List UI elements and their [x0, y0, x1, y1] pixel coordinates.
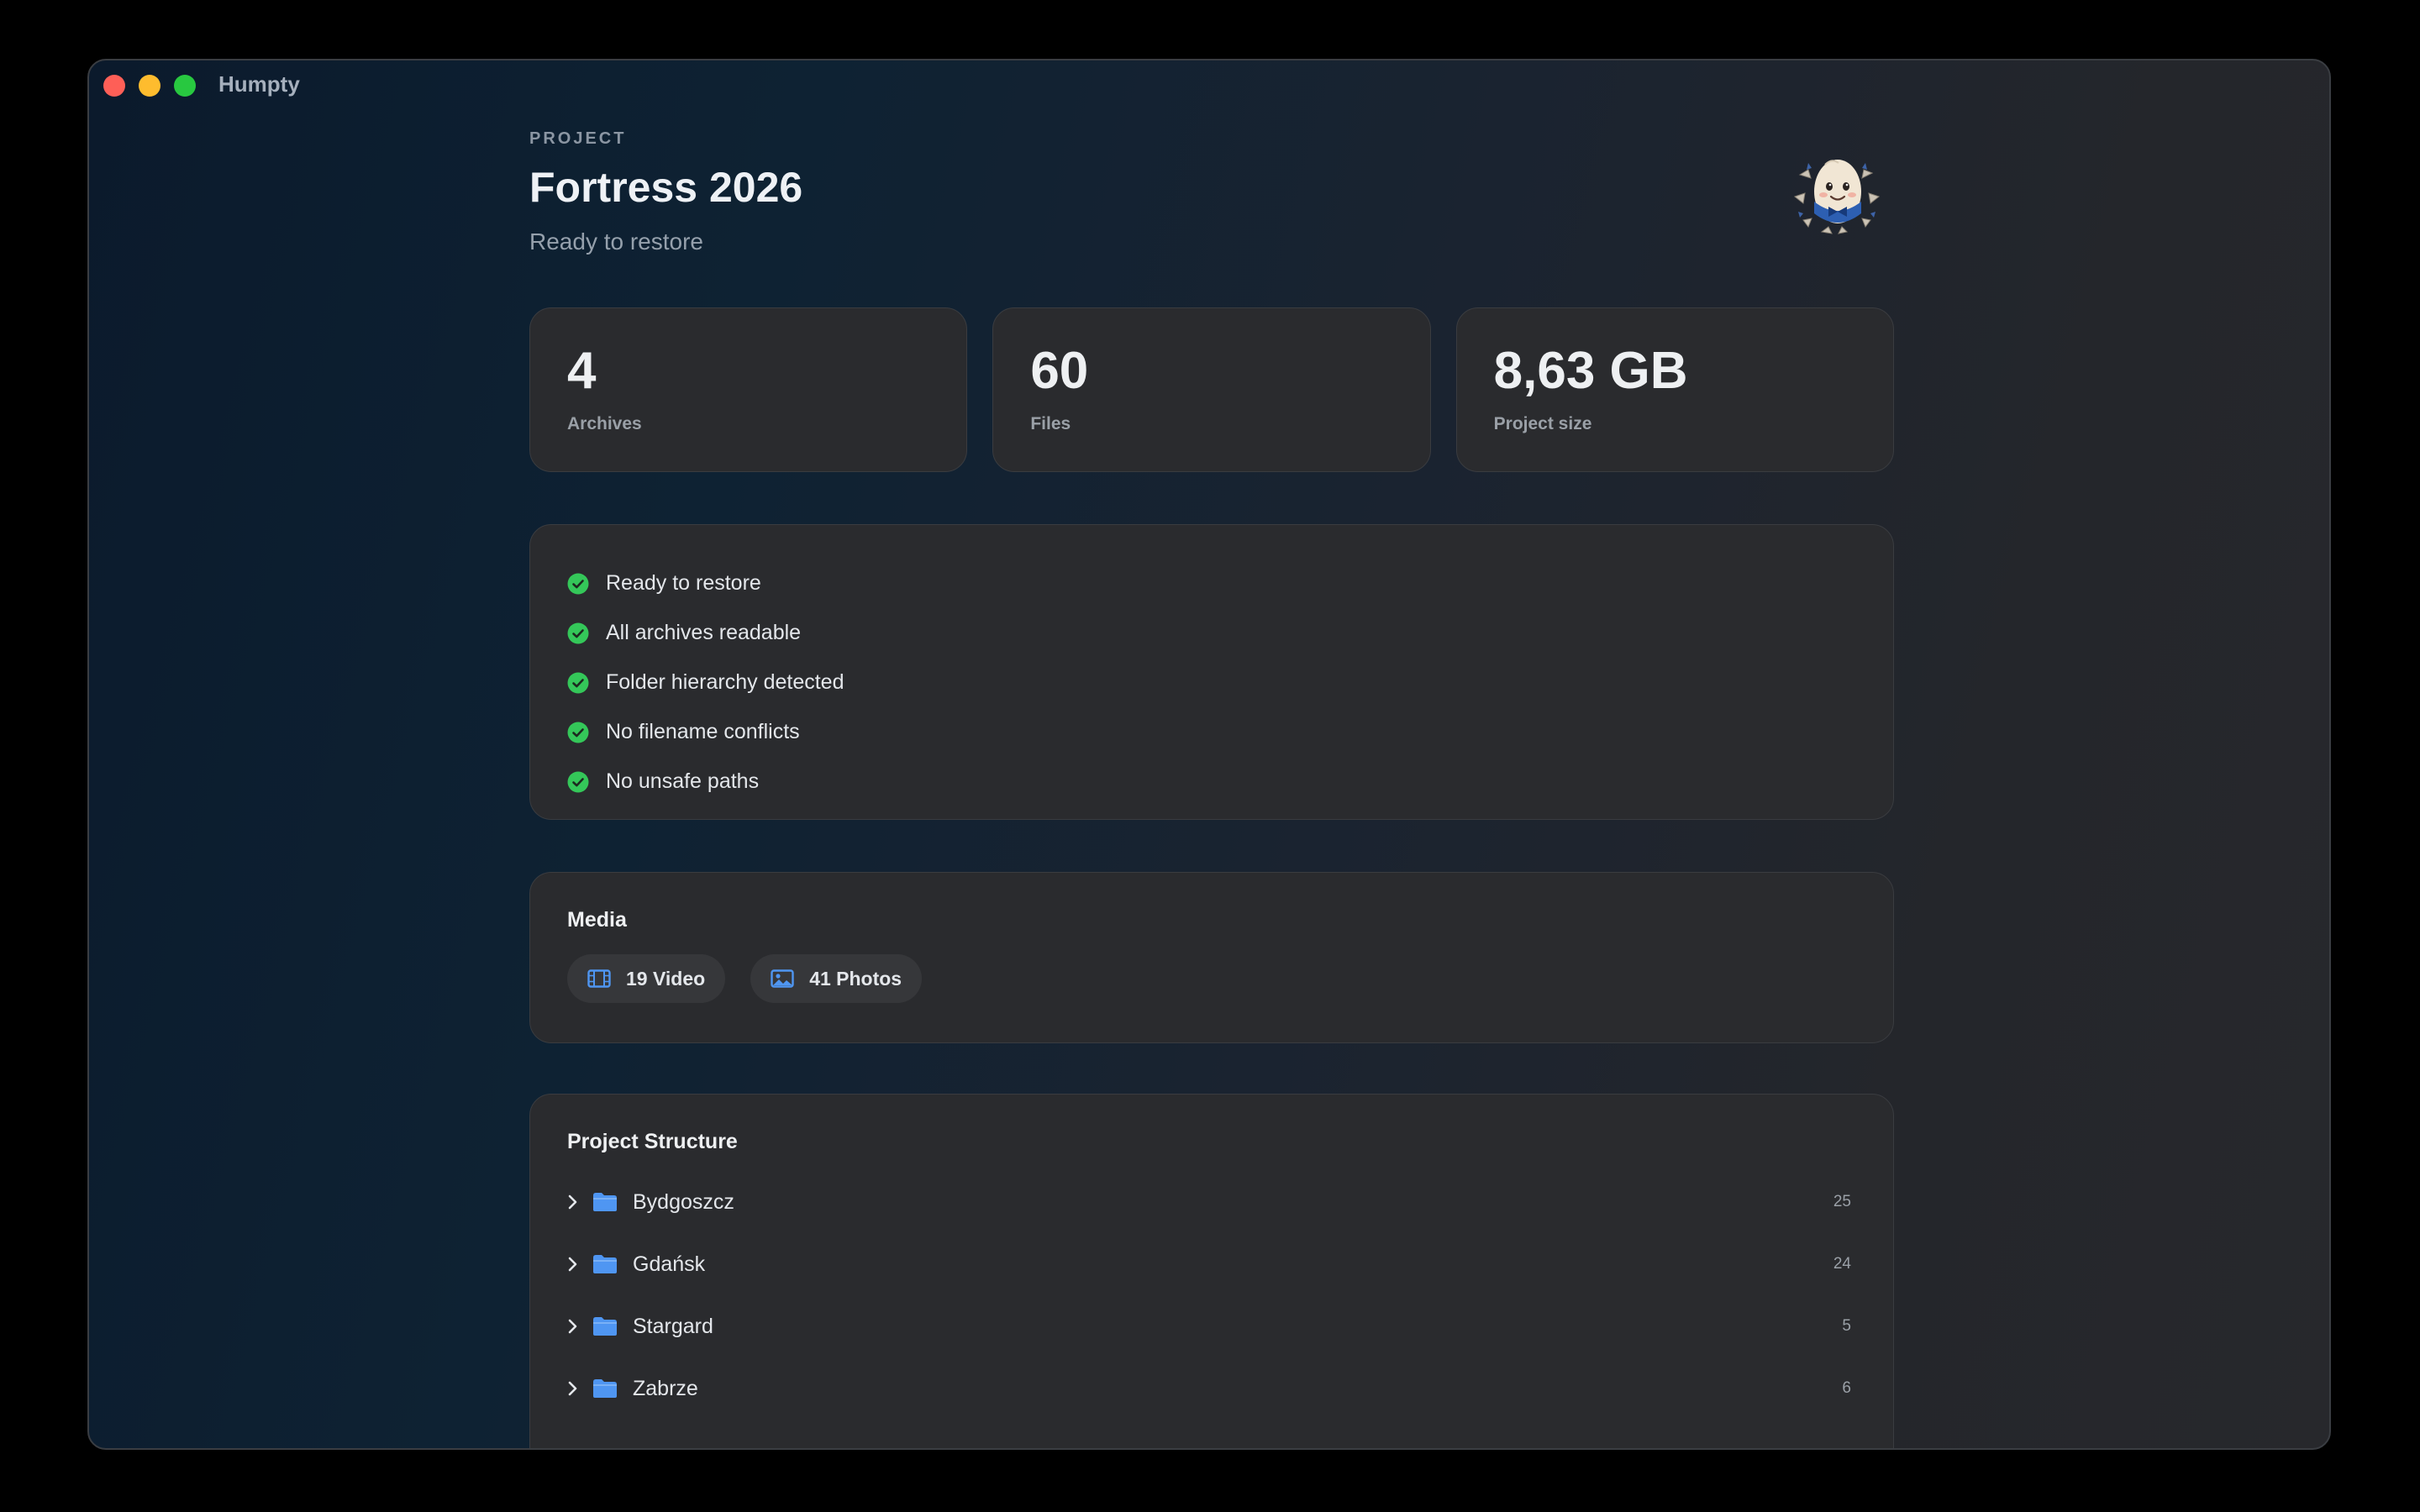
stat-value: 60	[1030, 342, 1089, 400]
zoom-window-button[interactable]	[174, 75, 196, 97]
stat-card-project-size: 8,63 GB Project size	[1455, 307, 1894, 472]
check-text: No unsafe paths	[606, 769, 760, 793]
project-structure-heading: Project Structure	[567, 1130, 738, 1153]
chevron-right-icon[interactable]	[567, 1193, 579, 1211]
check-item: Ready to restore	[567, 559, 1856, 608]
stat-value: 8,63 GB	[1493, 342, 1688, 400]
project-status-subtitle: Ready to restore	[529, 228, 703, 255]
folder-row[interactable]: Zabrze 6	[567, 1357, 1851, 1420]
check-item: No unsafe paths	[567, 757, 1856, 806]
app-title: Humpty	[218, 71, 300, 97]
media-card: Media 19 Video 41 Photos	[529, 872, 1894, 1043]
stat-value: 4	[567, 342, 597, 400]
check-text: All archives readable	[606, 621, 802, 644]
check-item: No filename conflicts	[567, 707, 1856, 757]
stat-label: Archives	[567, 414, 642, 433]
check-text: Ready to restore	[606, 571, 761, 595]
project-title: Fortress 2026	[529, 164, 803, 211]
folder-icon	[593, 1255, 617, 1273]
film-icon	[587, 969, 611, 988]
photo-icon	[771, 969, 794, 988]
video-chip[interactable]: 19 Video	[567, 954, 726, 1003]
folder-icon	[593, 1317, 617, 1336]
video-chip-label: 19 Video	[626, 967, 706, 990]
folder-row[interactable]: Bydgoszcz 25	[567, 1171, 1851, 1233]
folder-name: Gdańsk	[633, 1252, 706, 1276]
folder-row[interactable]: Stargard 5	[567, 1295, 1851, 1357]
check-circle-icon	[567, 672, 589, 693]
folder-icon	[593, 1193, 617, 1211]
stat-label: Project size	[1493, 414, 1592, 433]
chevron-right-icon[interactable]	[567, 1379, 579, 1398]
stat-label: Files	[1030, 414, 1071, 433]
photos-chip[interactable]: 41 Photos	[750, 954, 923, 1003]
check-item: All archives readable	[567, 608, 1856, 658]
chevron-right-icon[interactable]	[567, 1317, 579, 1336]
chevron-right-icon[interactable]	[567, 1255, 579, 1273]
stats-row: 4 Archives 60 Files 8,63 GB Project size	[529, 307, 1894, 472]
media-chips: 19 Video 41 Photos	[567, 954, 1856, 1003]
stat-card-archives: 4 Archives	[529, 307, 968, 472]
check-circle-icon	[567, 622, 589, 643]
close-window-button[interactable]	[103, 75, 125, 97]
folder-tree: Bydgoszcz 25 Gdańsk 24 Stargard 5 Zabrze…	[567, 1171, 1851, 1420]
folder-count: 25	[1833, 1193, 1851, 1210]
check-circle-icon	[567, 771, 589, 792]
project-eyebrow: PROJECT	[529, 129, 627, 148]
check-circle-icon	[567, 573, 589, 594]
folder-count: 24	[1833, 1255, 1851, 1273]
app-window: Humpty PROJECT Fortress 2026 Ready to re…	[87, 59, 2331, 1450]
check-text: No filename conflicts	[606, 720, 800, 743]
folder-icon	[593, 1379, 617, 1398]
project-structure-card: Project Structure Bydgoszcz 25 Gdańsk 24	[529, 1094, 1894, 1448]
egg-mascot-icon	[1793, 160, 1881, 234]
check-circle-icon	[567, 722, 589, 743]
media-heading: Media	[567, 908, 627, 932]
window-controls	[103, 75, 196, 97]
photos-chip-label: 41 Photos	[809, 967, 902, 990]
folder-count: 6	[1842, 1379, 1851, 1397]
minimize-window-button[interactable]	[139, 75, 160, 97]
validation-checklist: Ready to restore All archives readable F…	[529, 524, 1894, 820]
check-text: Folder hierarchy detected	[606, 670, 844, 694]
folder-count: 5	[1842, 1317, 1851, 1335]
folder-name: Bydgoszcz	[633, 1189, 734, 1214]
stat-card-files: 60 Files	[992, 307, 1431, 472]
folder-name: Stargard	[633, 1314, 713, 1338]
check-item: Folder hierarchy detected	[567, 658, 1856, 707]
folder-name: Zabrze	[633, 1376, 698, 1400]
folder-row[interactable]: Gdańsk 24	[567, 1233, 1851, 1295]
